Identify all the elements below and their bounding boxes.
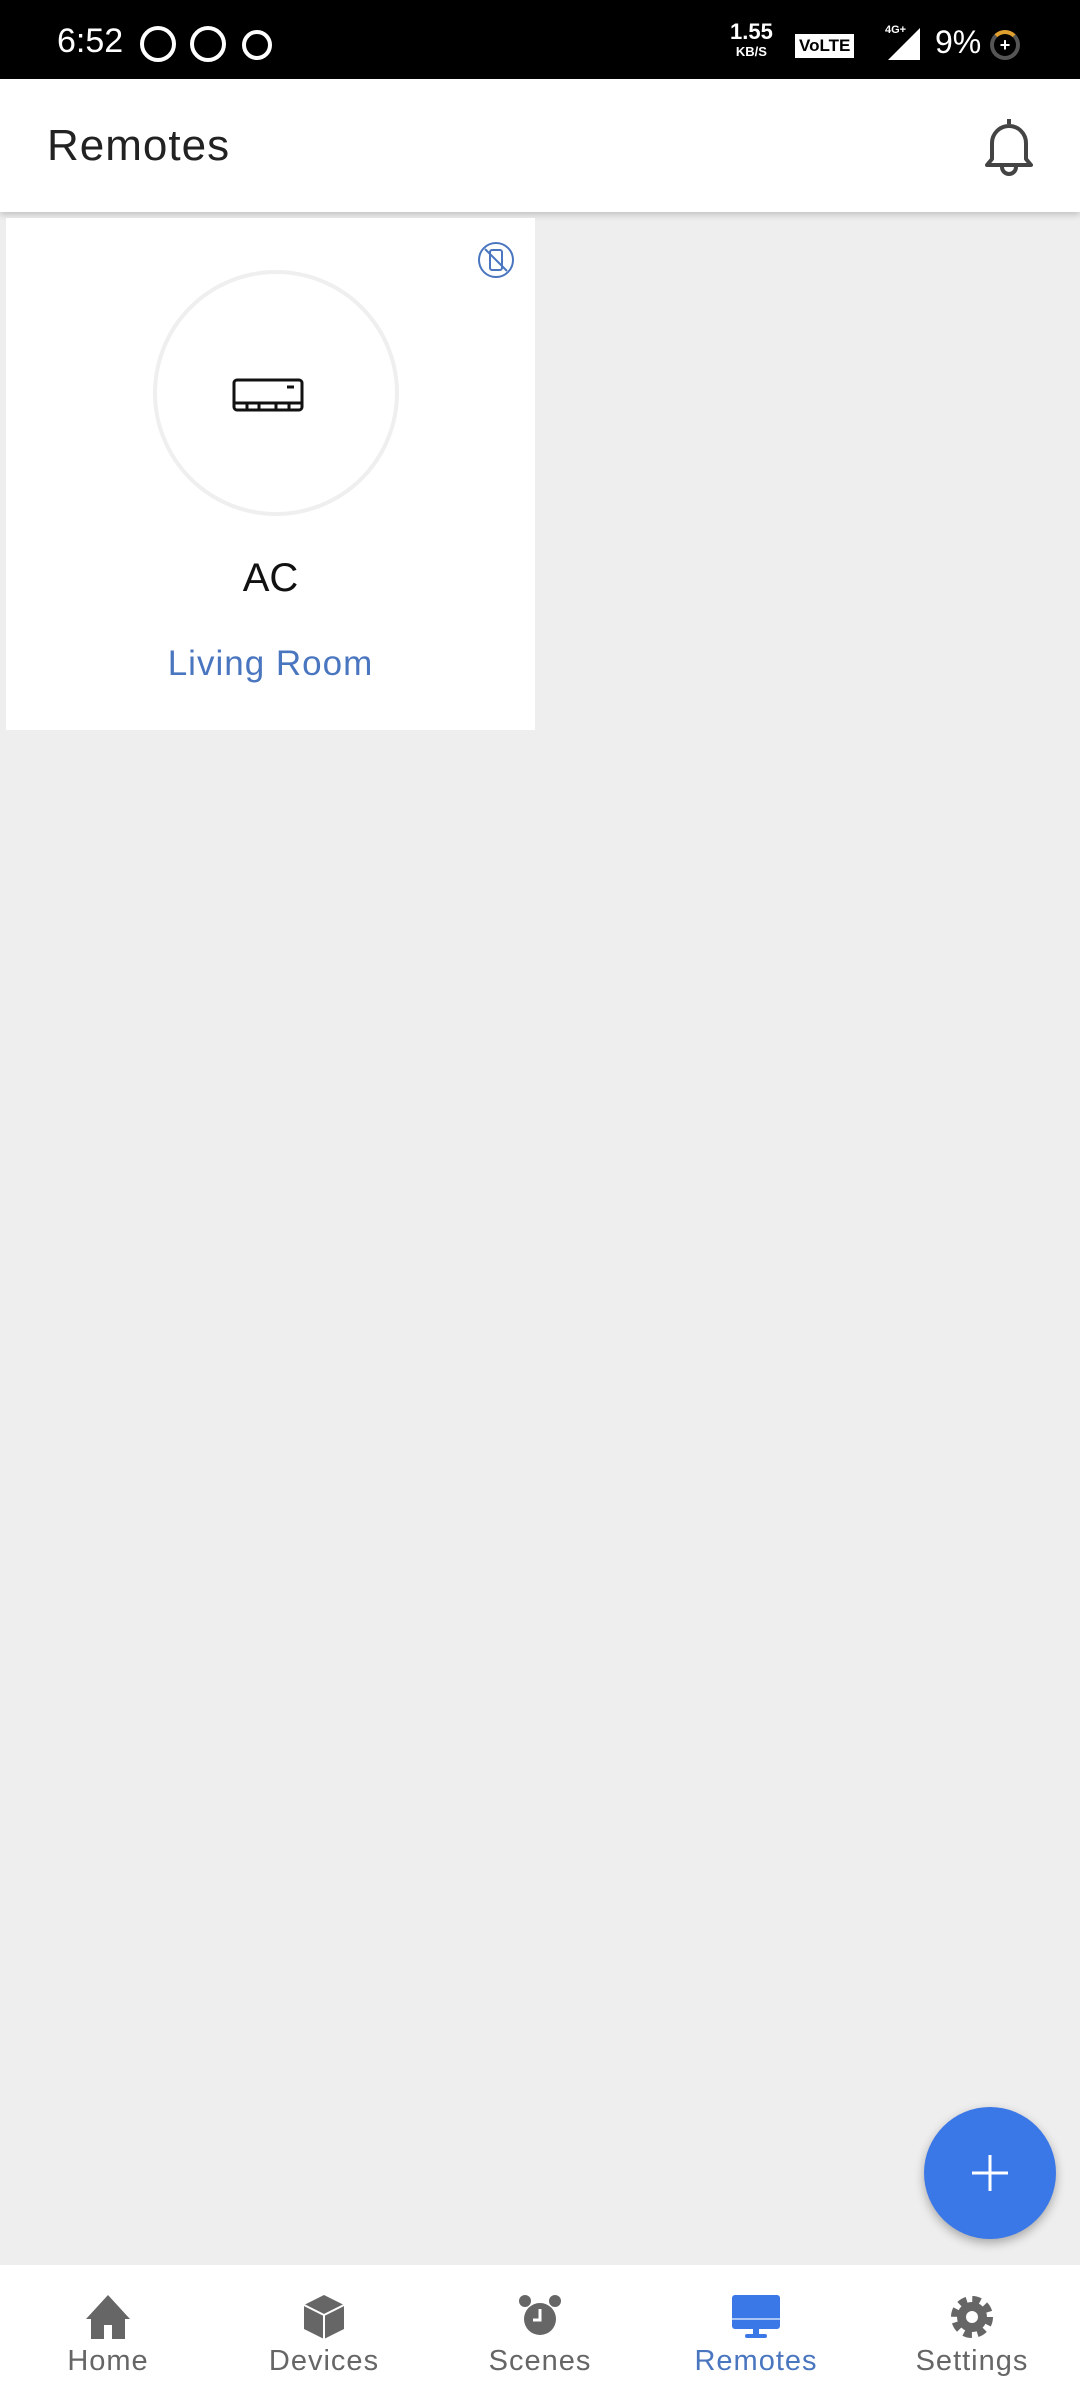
gear-icon — [951, 2296, 993, 2338]
plus-icon — [972, 2155, 1008, 2191]
remote-card[interactable]: AC Living Room — [6, 218, 535, 730]
monitor-icon — [732, 2295, 780, 2338]
remote-room: Living Room — [167, 644, 374, 683]
page-title: Remotes — [47, 121, 231, 170]
cube-icon — [303, 2295, 345, 2339]
volte-badge: VoLTE — [795, 34, 855, 58]
nav-label: Home — [67, 2345, 149, 2377]
status-bar: 6:52 1.55 KB/S VoLTE 4G+ 9% + — [0, 0, 1080, 79]
app-bar: Remotes — [0, 79, 1080, 212]
whatsapp-icon — [190, 26, 226, 62]
nav-label: Devices — [268, 2345, 380, 2377]
nav-label: Scenes — [488, 2345, 592, 2377]
nav-item-settings[interactable]: Settings — [864, 2265, 1080, 2400]
alarm-clock-icon — [519, 2295, 561, 2335]
nav-item-scenes[interactable]: Scenes — [432, 2265, 648, 2400]
battery-percent: 9% — [935, 24, 982, 60]
remote-name: AC — [242, 556, 299, 600]
nav-item-home[interactable]: Home — [0, 2265, 216, 2400]
home-icon — [86, 2295, 130, 2339]
battery-saver-icon: + — [990, 30, 1020, 60]
status-time: 6:52 — [57, 22, 124, 60]
device-offline-icon — [478, 242, 514, 278]
nav-item-devices[interactable]: Devices — [216, 2265, 432, 2400]
network-type: 4G+ — [885, 24, 907, 36]
nav-label: Remotes — [694, 2345, 818, 2377]
nav-label: Settings — [915, 2345, 1029, 2377]
network-speed: 1.55 KB/S — [730, 19, 773, 60]
air-conditioner-icon — [232, 378, 304, 412]
bell-icon[interactable] — [978, 113, 1040, 177]
add-remote-button[interactable] — [924, 2107, 1056, 2239]
location-app-icon — [242, 30, 272, 60]
nav-item-remotes[interactable]: Remotes — [648, 2265, 864, 2400]
bottom-nav: Home Devices Scenes Remotes Settings — [0, 2265, 1080, 2400]
camera-app-icon — [140, 26, 176, 62]
